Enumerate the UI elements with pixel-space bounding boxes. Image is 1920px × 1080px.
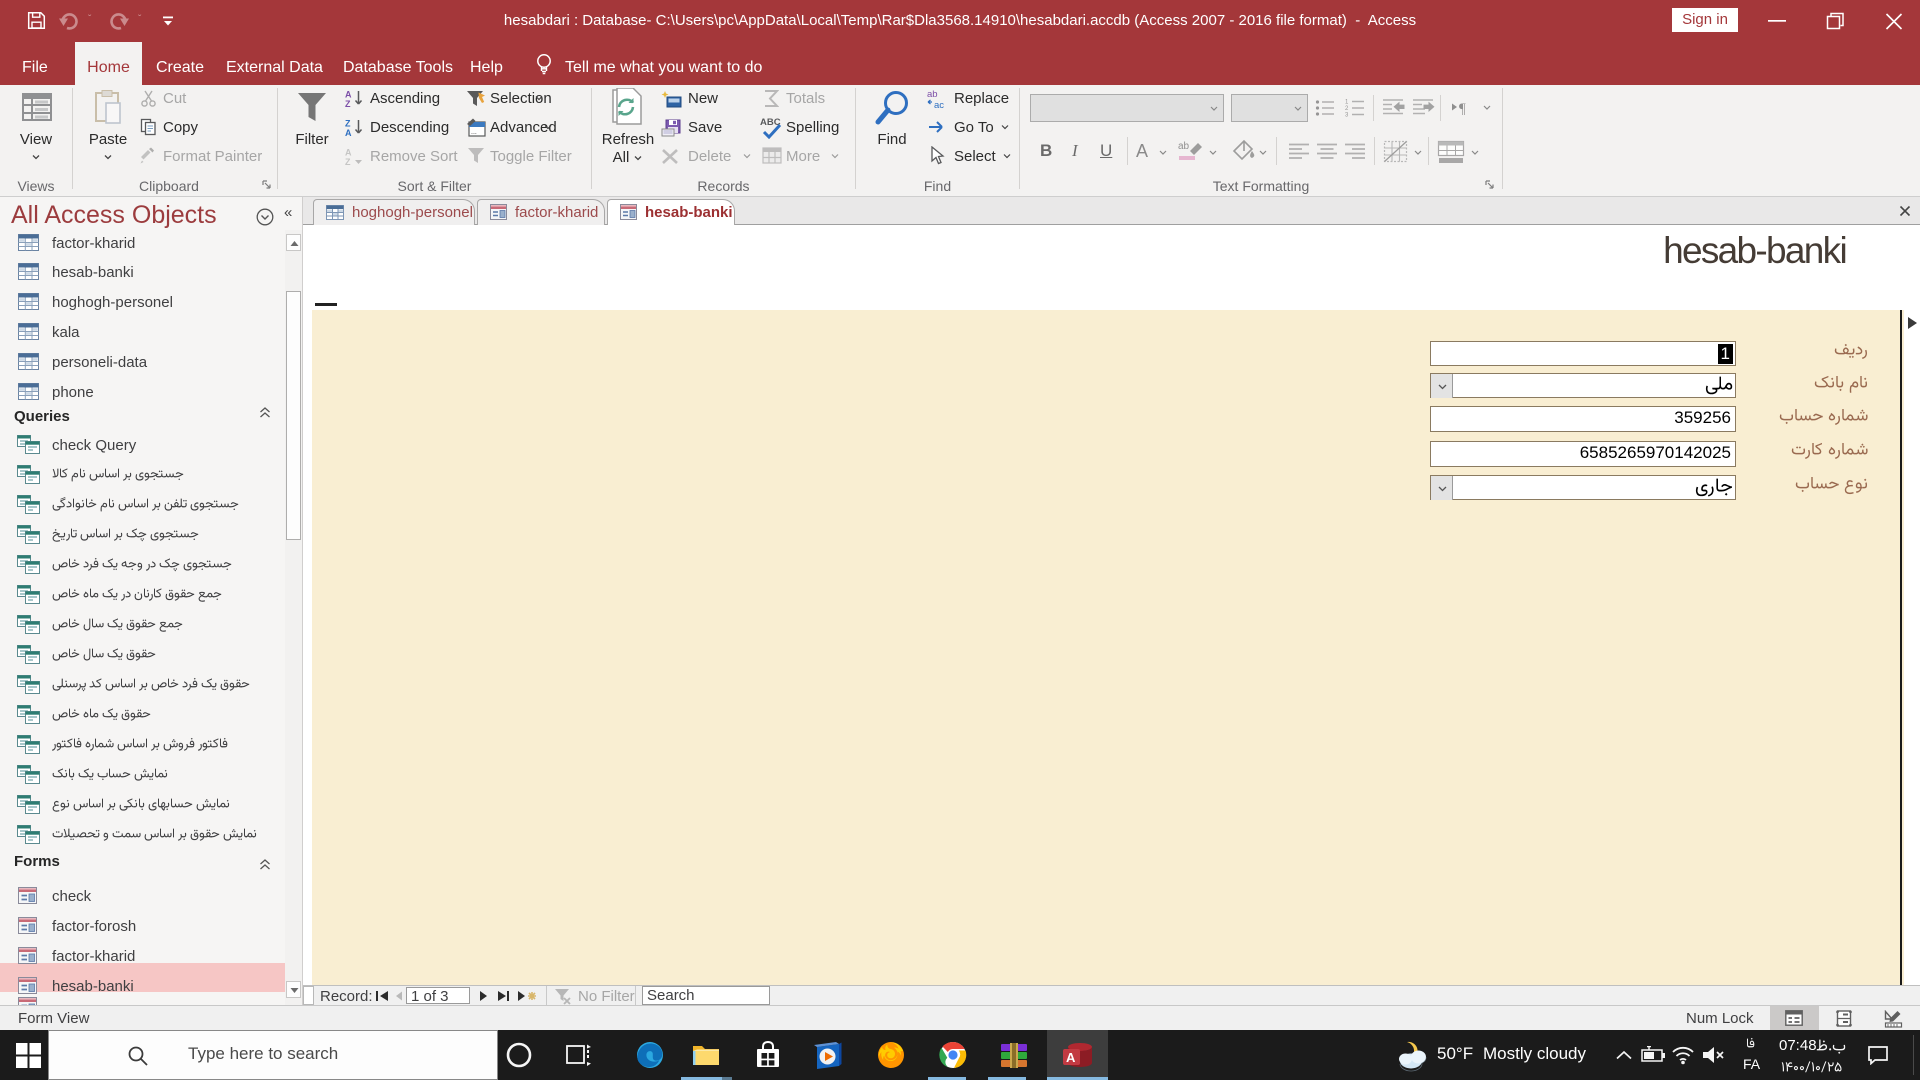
- svg-text:3: 3: [1345, 113, 1349, 118]
- svg-text:ab: ab: [927, 89, 938, 100]
- svg-text:Z: Z: [345, 157, 351, 166]
- svg-text:A: A: [345, 90, 352, 100]
- svg-text:2: 2: [1345, 106, 1349, 112]
- svg-text:ac: ac: [934, 100, 944, 110]
- svg-text:...: ...: [471, 129, 477, 136]
- svg-text:Z: Z: [345, 99, 351, 108]
- svg-text:ab: ab: [1178, 141, 1190, 152]
- svg-text:1: 1: [1345, 100, 1349, 106]
- svg-text:A: A: [345, 148, 352, 158]
- svg-text:A: A: [1066, 1050, 1076, 1065]
- svg-text:Z: Z: [345, 119, 351, 129]
- svg-text:¶: ¶: [1459, 101, 1466, 116]
- svg-text:A: A: [345, 128, 352, 137]
